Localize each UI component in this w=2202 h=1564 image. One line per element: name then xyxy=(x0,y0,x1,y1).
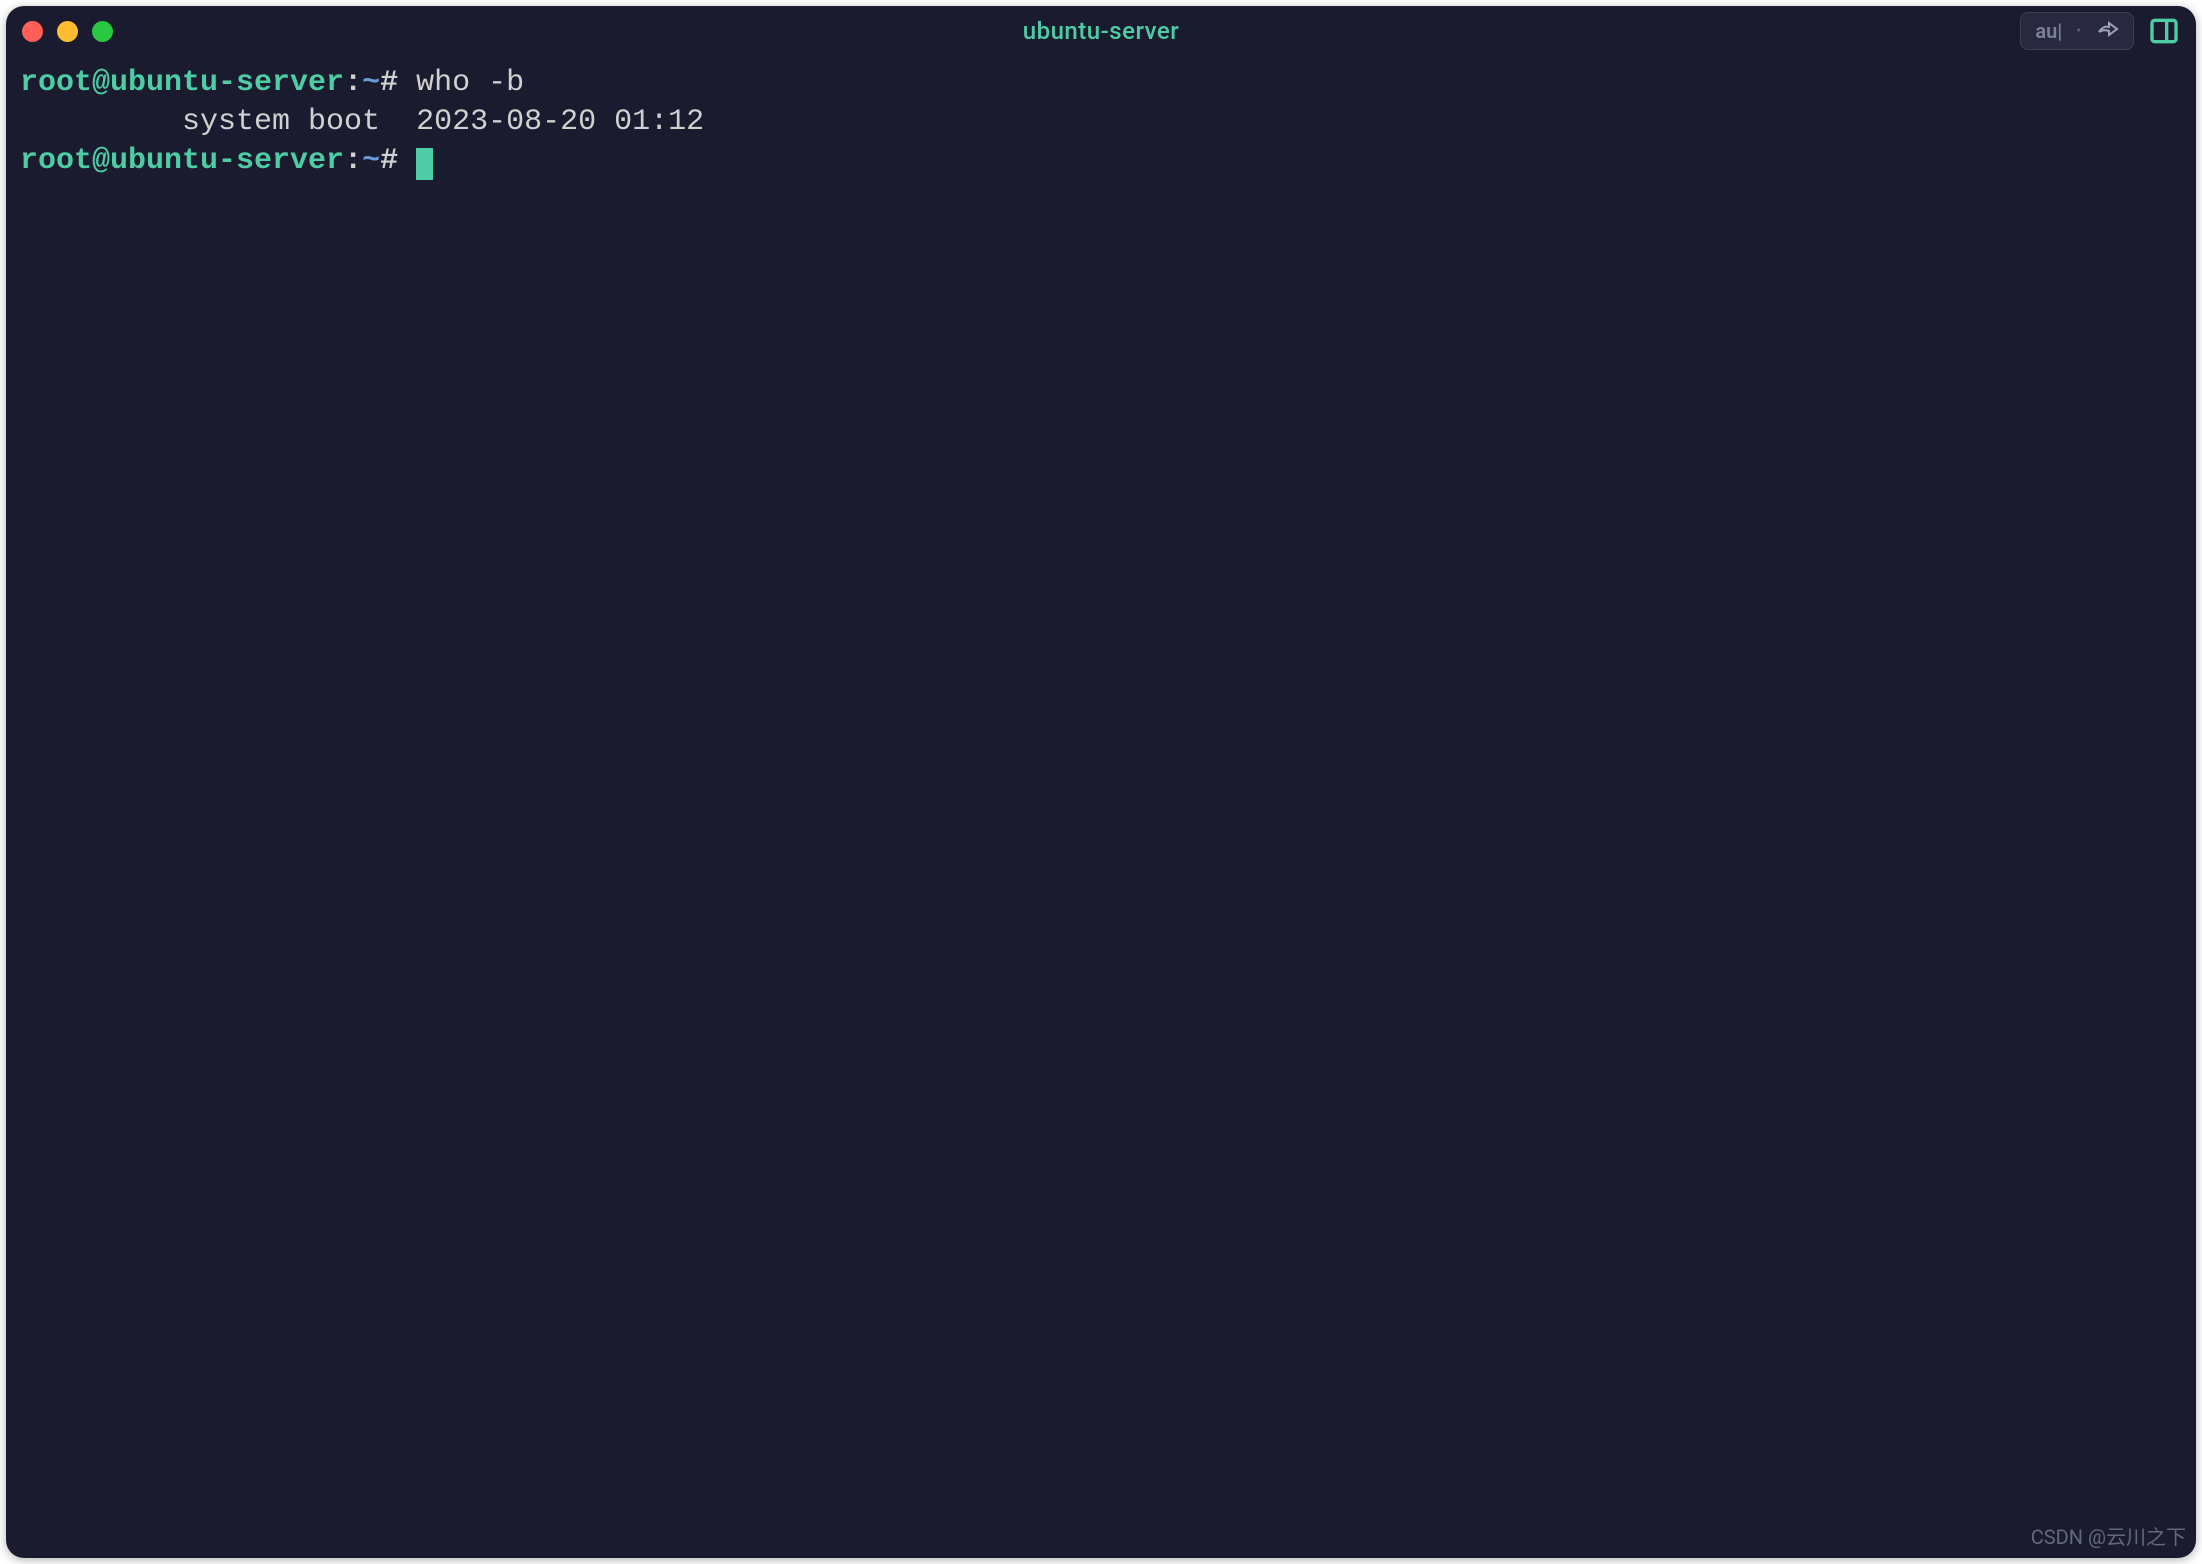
prompt-hash: # xyxy=(380,144,398,178)
close-button[interactable] xyxy=(22,21,43,42)
prompt-user-host: root@ubuntu-server xyxy=(20,66,344,100)
prompt-colon: : xyxy=(344,66,362,100)
prompt-user-host: root@ubuntu-server xyxy=(20,144,344,178)
prompt-colon: : xyxy=(344,144,362,178)
terminal-line: system boot 2023-08-20 01:12 xyxy=(20,103,2182,142)
watermark: CSDN @云川之下 xyxy=(2031,1521,2186,1550)
command-text: who -b xyxy=(398,66,524,100)
separator-dot-icon: • xyxy=(2076,23,2081,39)
terminal-line: root@ubuntu-server:~# xyxy=(20,142,2182,181)
cursor-icon xyxy=(416,148,433,180)
prompt-path: ~ xyxy=(362,144,380,178)
panel-toggle-icon[interactable] xyxy=(2148,15,2180,47)
share-icon[interactable] xyxy=(2095,19,2119,43)
terminal-window: ubuntu-server au| • root@ubuntu-server:~… xyxy=(6,6,2196,1558)
terminal-line: root@ubuntu-server:~# who -b xyxy=(20,64,2182,103)
titlebar-right: au| • xyxy=(2020,12,2180,50)
traffic-lights xyxy=(22,21,113,42)
prompt-hash: # xyxy=(380,66,398,100)
titlebar: ubuntu-server au| • xyxy=(6,6,2196,56)
maximize-button[interactable] xyxy=(92,21,113,42)
window-title: ubuntu-server xyxy=(1023,17,1180,45)
terminal-body[interactable]: root@ubuntu-server:~# who -b system boot… xyxy=(6,56,2196,189)
command-text xyxy=(398,144,416,178)
output-text: system boot 2023-08-20 01:12 xyxy=(20,105,704,139)
minimize-button[interactable] xyxy=(57,21,78,42)
profile-badge[interactable]: au| xyxy=(2035,19,2062,43)
prompt-path: ~ xyxy=(362,66,380,100)
titlebar-controls-pill: au| • xyxy=(2020,12,2134,50)
